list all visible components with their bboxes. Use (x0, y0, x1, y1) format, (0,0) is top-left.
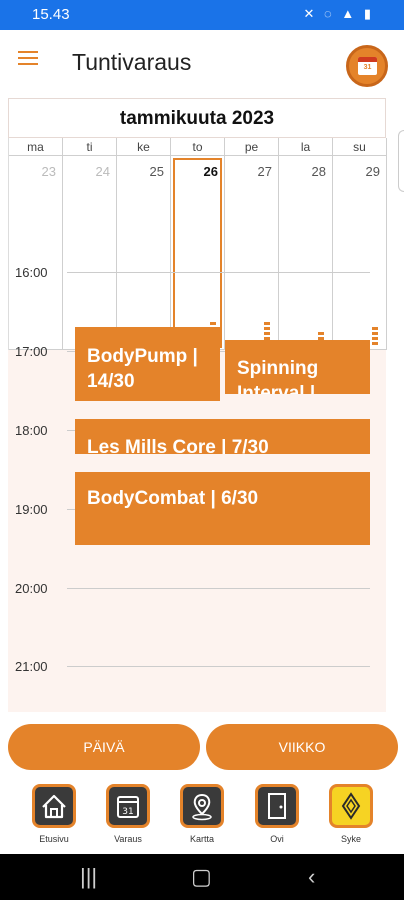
day-number: 23 (41, 164, 56, 179)
status-icons: ✕ ◌ ▲ ▮ (303, 6, 374, 21)
hour-label: 19:00 (15, 502, 48, 517)
nav-label: Kartta (189, 834, 214, 844)
nav-etusivu[interactable]: Etusivu (29, 784, 79, 844)
home-icon (32, 784, 76, 828)
day-column-thu-selected[interactable]: to 26 (171, 138, 225, 350)
day-number: 25 (149, 164, 164, 179)
nav-label: Etusivu (39, 834, 69, 844)
day-name: pe (225, 138, 278, 156)
nav-label: Ovi (270, 834, 284, 844)
calendar-badge-icon[interactable]: 31 (346, 45, 388, 87)
event-bodypump[interactable]: BodyPump | 14/30 (75, 327, 220, 401)
status-bar: 15.43 ✕ ◌ ▲ ▮ (0, 0, 404, 30)
page-title: Tuntivaraus (72, 49, 192, 75)
day-number: 24 (95, 164, 110, 179)
week-view-button[interactable]: VIIKKO (206, 724, 398, 770)
menu-icon[interactable] (18, 51, 38, 67)
month-title: tammikuuta 2023 (8, 98, 386, 138)
day-number: 28 (311, 164, 326, 179)
event-capacity: 14/30 (87, 371, 135, 392)
day-view-button[interactable]: PÄIVÄ (8, 724, 200, 770)
day-column-sat[interactable]: la 28 (279, 138, 333, 350)
day-column-wed[interactable]: ke 25 (117, 138, 171, 350)
hour-label: 21:00 (15, 659, 48, 674)
side-drawer-handle[interactable] (398, 130, 404, 192)
event-indicator (372, 325, 378, 345)
day-number: 29 (365, 164, 380, 179)
event-capacity: Interval | (237, 383, 316, 394)
event-les-mills-core[interactable]: Les Mills Core | 7/30 (75, 419, 370, 454)
hour-line (67, 588, 370, 589)
day-column-tue[interactable]: ti 24 (63, 138, 117, 350)
week-days-row: ma 23 ti 24 ke 25 to 26 pe 27 la 28 su 2… (8, 138, 387, 350)
nav-kartta[interactable]: Kartta (177, 784, 227, 844)
day-column-sun[interactable]: su 29 (333, 138, 387, 350)
event-spinning[interactable]: Spinning Interval | (225, 340, 370, 394)
nav-label: Syke (340, 834, 361, 844)
nav-label: Varaus (114, 834, 142, 844)
back-icon[interactable]: ‹ (308, 864, 315, 890)
day-name: ke (117, 138, 170, 156)
day-name: to (171, 138, 224, 156)
calendar-icon: 31 (106, 784, 150, 828)
door-icon (255, 784, 299, 828)
status-time: 15.43 (32, 6, 70, 23)
svg-text:31: 31 (122, 807, 133, 817)
event-title: Les Mills Core | 7/30 (87, 437, 269, 454)
day-name: ti (63, 138, 116, 156)
hour-label: 20:00 (15, 581, 48, 596)
hour-line (67, 666, 370, 667)
nav-ovi[interactable]: Ovi (252, 784, 302, 844)
hour-label: 16:00 (15, 265, 48, 280)
recent-apps-icon[interactable]: ||| (80, 864, 97, 890)
calendar-badge-number: 31 (363, 64, 372, 71)
event-title: BodyCombat | 6/30 (87, 488, 259, 509)
home-system-icon[interactable]: ▢ (191, 864, 212, 890)
hour-label: 18:00 (15, 423, 48, 438)
hour-label: 17:00 (15, 344, 48, 359)
system-navigation-bar: ||| ▢ ‹ (0, 854, 404, 900)
day-name: su (333, 138, 386, 156)
day-column-mon[interactable]: ma 23 (9, 138, 63, 350)
day-number: 26 (203, 164, 218, 179)
syke-logo-icon (329, 784, 373, 828)
nav-varaus[interactable]: 31 Varaus (103, 784, 153, 844)
day-name: ma (9, 138, 62, 156)
event-title: BodyPump | (87, 346, 198, 367)
app-bar: Tuntivaraus 31 (0, 30, 404, 96)
day-name: la (279, 138, 332, 156)
calendar-panel: tammikuuta 2023 ma 23 ti 24 ke 25 to 26 … (8, 98, 387, 712)
day-column-fri[interactable]: pe 27 (225, 138, 279, 350)
app-screen: 15.43 ✕ ◌ ▲ ▮ Tuntivaraus 31 tammikuuta … (0, 0, 404, 900)
event-title: Spinning (237, 358, 319, 379)
day-number: 27 (257, 164, 272, 179)
nav-syke[interactable]: Syke (326, 784, 376, 844)
event-bodycombat[interactable]: BodyCombat | 6/30 (75, 472, 370, 545)
map-pin-icon (180, 784, 224, 828)
hour-line (67, 272, 370, 273)
